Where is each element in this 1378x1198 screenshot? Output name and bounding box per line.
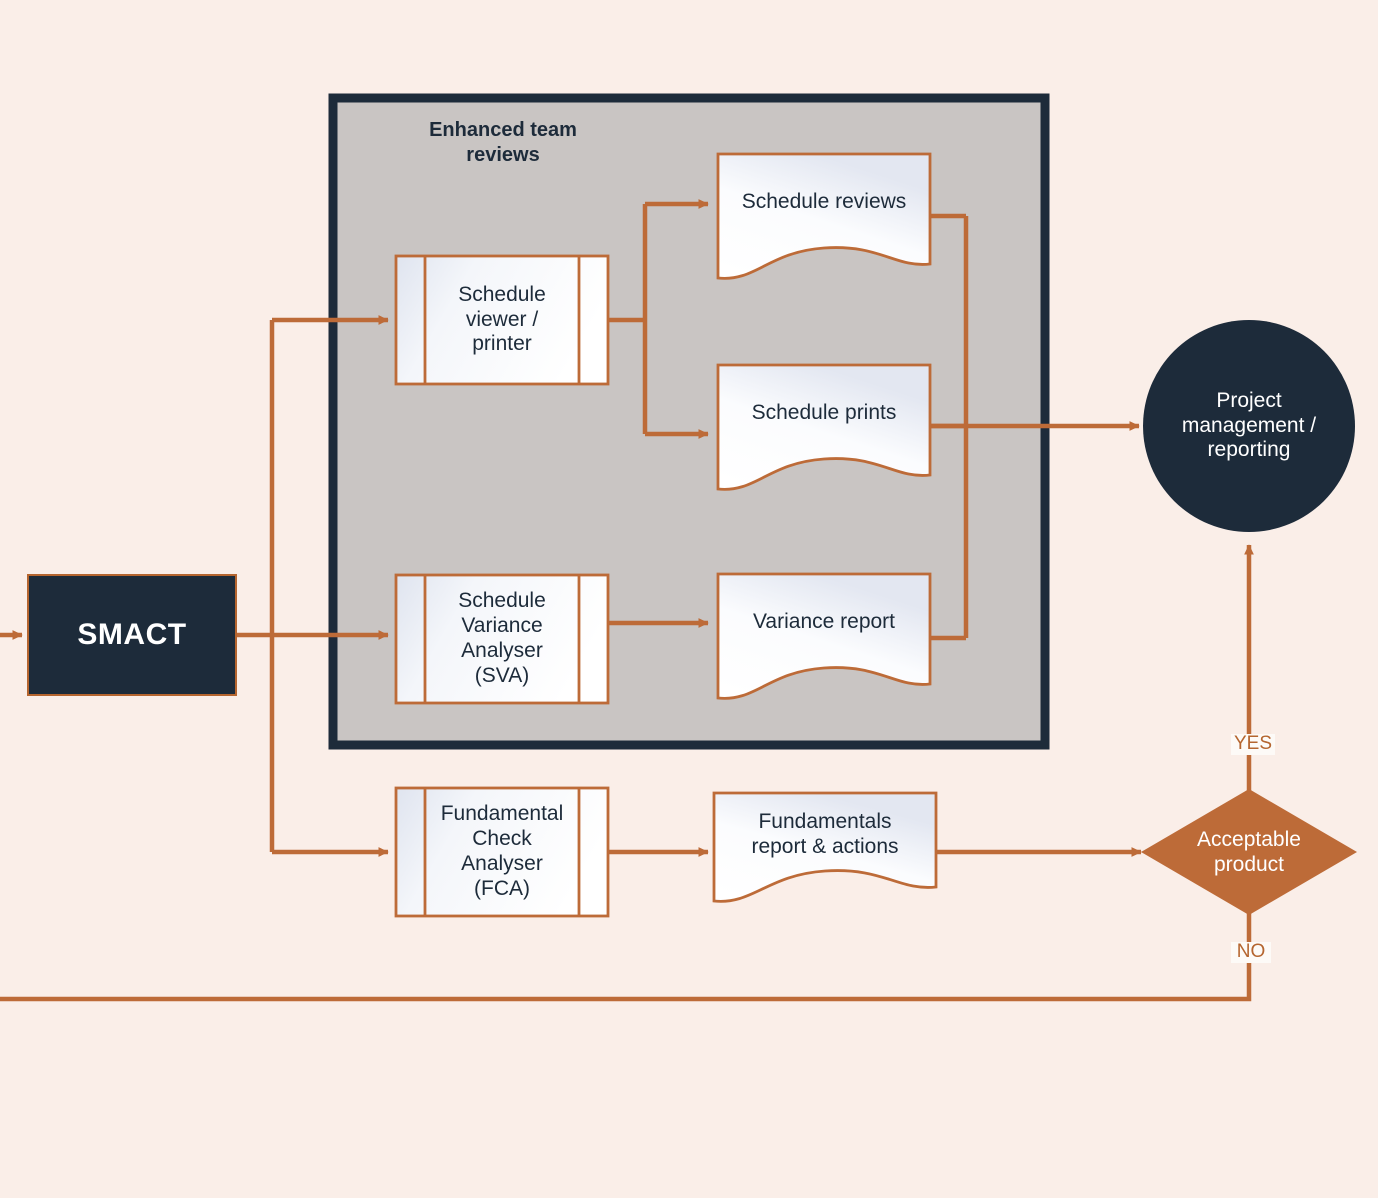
diagram-canvas: Enhanced team reviews SMACT Schedule vie… bbox=[0, 0, 1378, 1198]
node-schedule-viewer[interactable] bbox=[394, 254, 610, 386]
fca-rect[interactable] bbox=[394, 786, 610, 918]
project-management-circle[interactable] bbox=[1143, 320, 1355, 532]
sva-rect[interactable] bbox=[394, 573, 610, 705]
edge-label-no: NO bbox=[1231, 941, 1271, 963]
acceptable-product-diamond[interactable] bbox=[1141, 789, 1357, 915]
node-acceptable-product[interactable] bbox=[1141, 789, 1357, 915]
flowchart-svg bbox=[0, 93, 1357, 1002]
edge-label-yes: YES bbox=[1231, 733, 1275, 755]
node-sva[interactable] bbox=[394, 573, 610, 705]
node-fca[interactable] bbox=[394, 786, 610, 918]
fundamentals-report-doc[interactable] bbox=[712, 791, 938, 903]
node-fundamentals-report[interactable] bbox=[712, 791, 938, 903]
node-smact[interactable] bbox=[27, 574, 237, 696]
node-project-management[interactable] bbox=[1143, 320, 1355, 532]
smact-rect[interactable] bbox=[27, 574, 237, 696]
schedule-viewer-rect[interactable] bbox=[394, 254, 610, 386]
edge-decision-no-feedback bbox=[0, 910, 1252, 1002]
